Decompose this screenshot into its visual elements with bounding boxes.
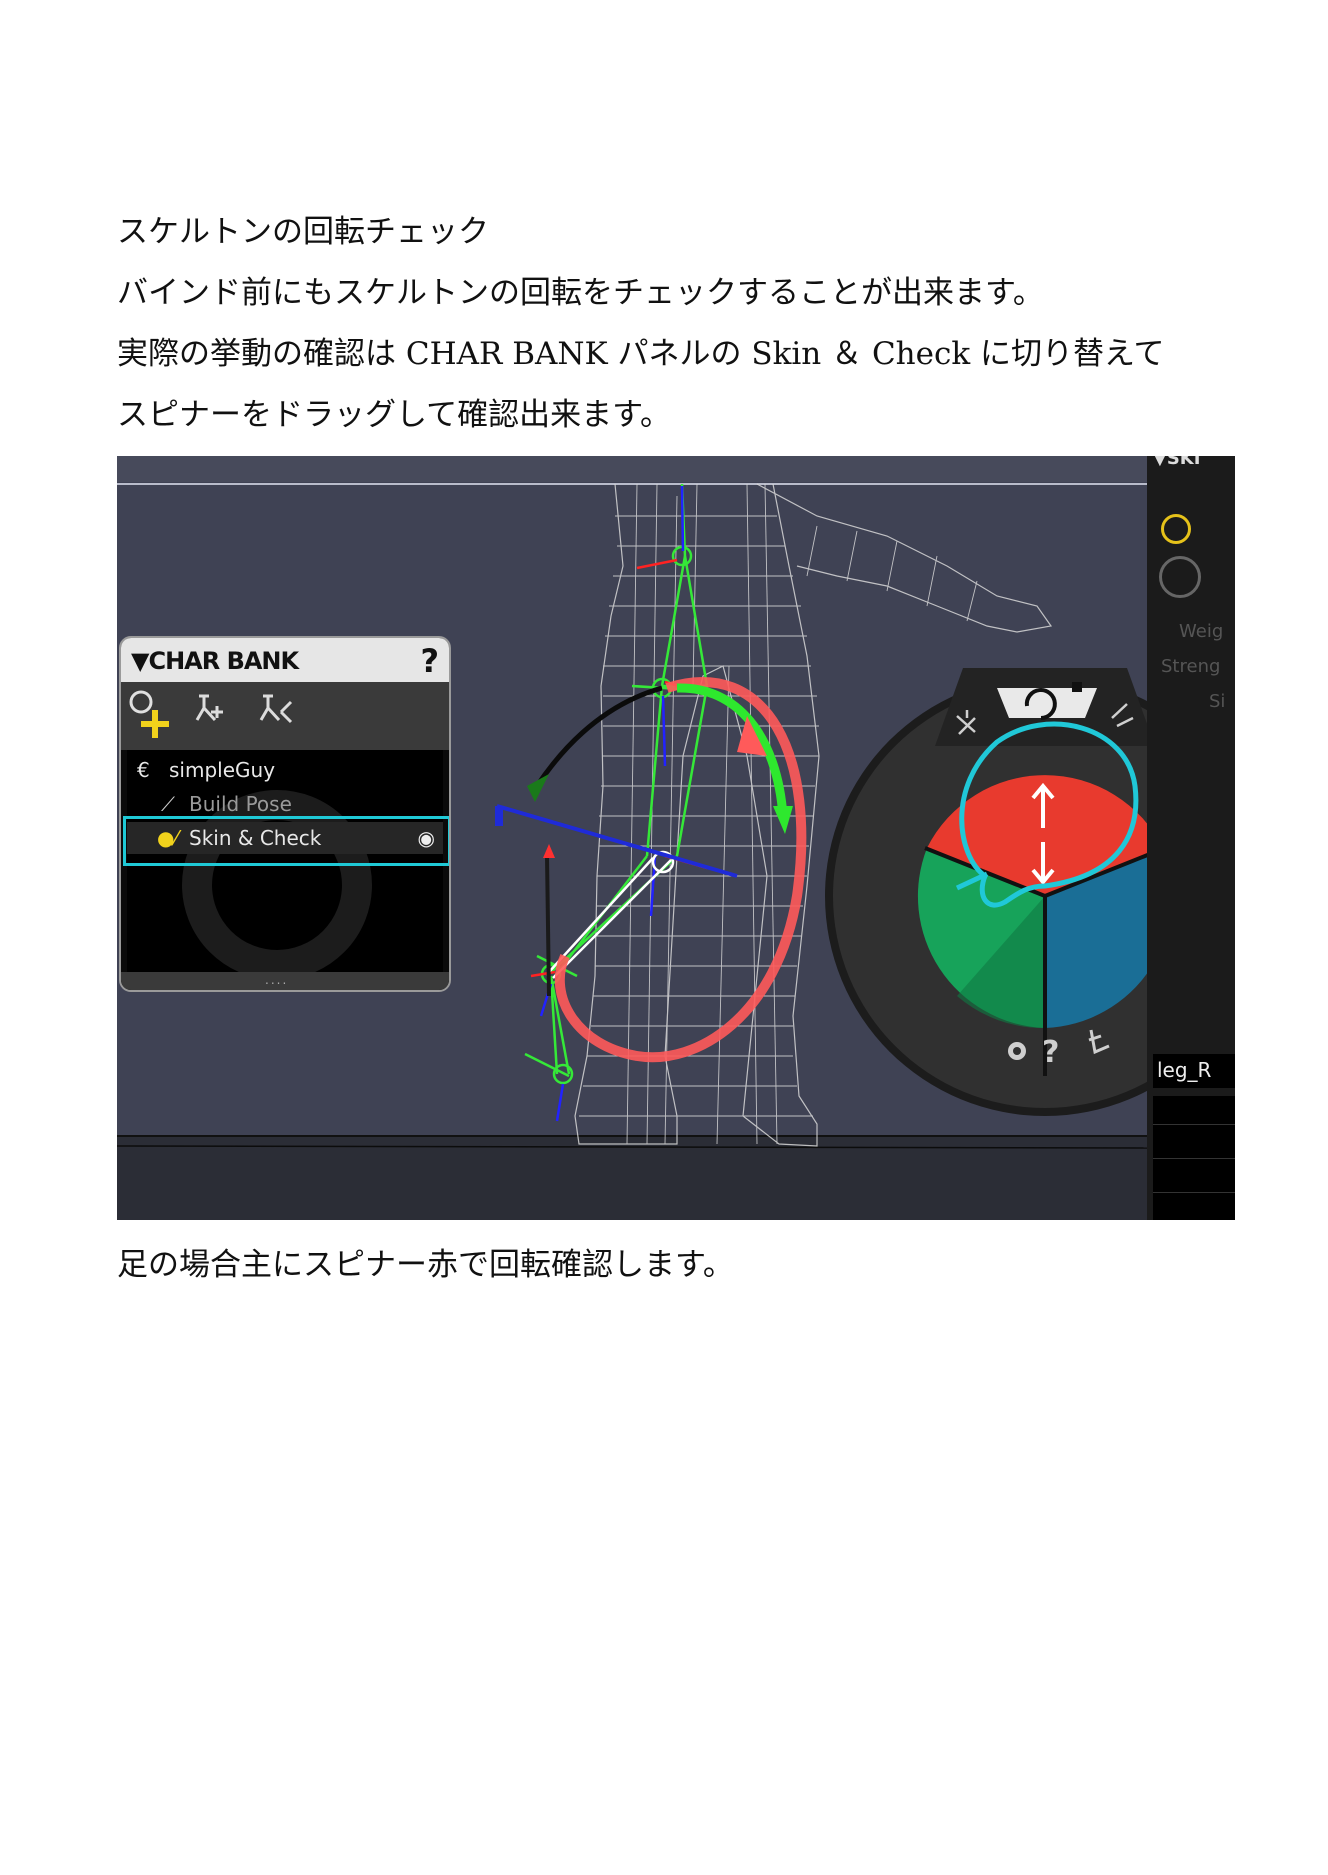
brush-shape-icon[interactable] [1159,556,1201,598]
add-character-icon [129,690,169,738]
heading: スケルトンの回転チェック [117,214,489,250]
size-label: Si [1209,691,1226,712]
char-bank-toolbar [121,682,449,750]
help-button[interactable]: ? [420,642,439,680]
resize-grip[interactable]: .... [121,972,449,990]
character-icon: € [137,758,150,782]
skeleton-remove-icon [259,694,293,724]
highlight-box [123,816,449,866]
strength-label: Streng [1161,656,1221,677]
char-bank-panel: ▼CHAR BANK ? € simpleGuy ⟋ Build Pose ●⁄… [119,636,451,992]
list-item-label: simpleGuy [169,758,276,782]
list-item-skin-check[interactable]: ●⁄ Skin & Check ◉ [123,816,449,866]
bone-name-field[interactable]: leg_R [1153,1054,1235,1088]
skeleton-add-icon [195,694,223,722]
char-bank-title: ▼CHAR BANK [131,647,299,675]
character-list: € simpleGuy ⟋ Build Pose ●⁄ Skin & Check… [123,750,449,972]
bone-icon: ⟋ [161,792,175,816]
gear-icon [1008,1042,1026,1060]
paragraph-line-3: スピナーをドラッグして確認出来ます。 [117,397,671,433]
paint-brush-icon[interactable] [1161,514,1191,544]
char-bank-header: ▼CHAR BANK ? [121,638,449,682]
viewport-screenshot: ? ▼SKI Weig Streng Si leg_R ▼CHAR BANK ? [117,456,1235,1220]
paragraph-line-1: バインド前にもスケルトンの回転をチェックすることが出来ます。 [117,275,1044,311]
list-item-simpleguy[interactable]: € simpleGuy [127,754,443,786]
bone-list[interactable] [1153,1096,1235,1220]
caption: 足の場合主にスピナー赤で回転確認します。 [117,1247,734,1283]
panel-header: ▼SKI [1153,456,1201,469]
paragraph-line-2: 実際の挙動の確認は CHAR BANK パネルの Skin ＆ Check に切… [117,336,1165,372]
weight-label: Weig [1179,621,1224,642]
spinner-help-icon: ? [1042,1035,1059,1070]
list-item-label: Build Pose [189,792,292,816]
